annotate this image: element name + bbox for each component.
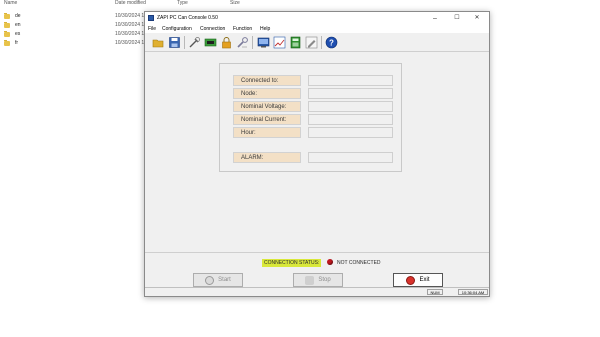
statusbar-time: 10:36:04 AM [458,289,488,295]
exit-button-label: Exit [419,277,430,283]
menu-bar: File Configuration Connection Function H… [145,25,489,33]
window-title: ZAPI PC Can Console 0.50 [157,15,218,21]
label-alarm: ALARM: [233,152,301,163]
folder-date: 10/30/2024 1 [115,22,145,28]
battery-icon[interactable] [204,36,217,49]
folder-date: 10/30/2024 1 [115,40,145,46]
folder-date: 10/30/2024 1 [115,13,145,19]
app-window: ZAPI PC Can Console 0.50 – ☐ ✕ File Conf… [144,11,490,297]
stop-button-label: Stop [318,277,331,283]
chart-icon[interactable] [273,36,286,49]
pen-icon[interactable] [305,36,318,49]
folder-row[interactable]: de [4,12,21,20]
folder-icon [4,12,10,19]
menu-connection[interactable]: Connection [200,26,225,32]
column-header-size[interactable]: Size [230,0,240,6]
value-connected-to [308,75,393,86]
toolbar-separator [252,36,253,49]
app-icon [148,15,154,21]
info-group-box: Connected to: Node: Nominal Voltage: Nom… [219,63,402,172]
tools-icon[interactable] [188,36,201,49]
label-connected-to: Connected to: [233,75,301,86]
start-icon [205,275,215,285]
label-hour: Hour: [233,127,301,138]
menu-configuration[interactable]: Configuration [162,26,192,32]
main-panel: Connected to: Node: Nominal Voltage: Nom… [145,51,489,286]
stop-hand-icon [305,275,315,285]
menu-file[interactable]: File [148,26,156,32]
folder-date: 10/30/2024 1 [115,31,145,37]
svg-text:?: ? [329,38,334,47]
toolbar-separator [184,36,185,49]
save-disk-icon[interactable] [168,36,181,49]
value-node [308,88,393,99]
folder-icon [4,21,10,28]
folder-row[interactable]: fr [4,39,18,47]
column-header-name[interactable]: Name [4,0,17,6]
maximize-button[interactable]: ☐ [447,13,467,24]
minimize-button[interactable]: – [425,13,445,24]
help-icon[interactable]: ? [325,36,338,49]
value-nominal-current [308,114,393,125]
folder-row[interactable]: es [4,30,20,38]
label-nominal-current: Nominal Current: [233,114,301,125]
label-nominal-voltage: Nominal Voltage: [233,101,301,112]
menu-function[interactable]: Function [233,26,252,32]
value-alarm [308,152,393,163]
wrench-icon[interactable] [236,36,249,49]
connection-status-value: NOT CONNECTED [337,260,381,266]
exit-icon [406,275,416,285]
connection-status-label: CONNECTION STATUS: [262,259,322,267]
label-node: Node: [233,88,301,99]
statusbar-num: NUM [427,289,443,295]
toolbar-separator [321,36,322,49]
lock-icon[interactable] [220,36,233,49]
column-header-date[interactable]: Date modified [115,0,146,6]
value-hour [308,127,393,138]
folder-name: en [15,22,21,28]
status-bar: NUM 10:36:04 AM [145,287,489,296]
value-nominal-voltage [308,101,393,112]
folder-icon [4,39,10,46]
start-button-label: Start [218,277,231,283]
open-folder-icon[interactable] [152,36,165,49]
connection-status-strip: CONNECTION STATUS: NOT CONNECTED [145,252,489,275]
stop-button[interactable]: Stop [293,273,343,287]
start-button[interactable]: Start [193,273,243,287]
folder-name: es [15,31,21,37]
menu-help[interactable]: Help [260,26,270,32]
folder-icon [4,30,10,37]
column-header-type[interactable]: Type [177,0,188,6]
title-bar[interactable]: ZAPI PC Can Console 0.50 – ☐ ✕ [145,12,489,25]
folder-name: de [15,13,21,19]
monitor-icon[interactable] [257,36,270,49]
status-led-icon [327,259,333,265]
exit-button[interactable]: Exit [393,273,443,287]
close-button[interactable]: ✕ [467,13,487,24]
toolbar: ? [145,33,489,52]
folder-name: fr [15,40,19,46]
folder-row[interactable]: en [4,21,21,29]
calculator-icon[interactable] [289,36,302,49]
